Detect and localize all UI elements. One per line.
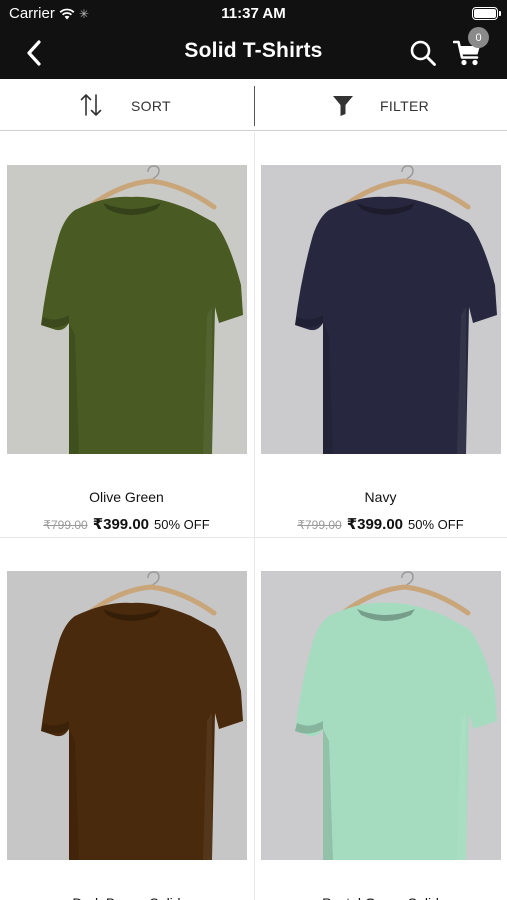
sale-price: ₹399.00: [346, 516, 404, 533]
sort-icon: [80, 94, 102, 116]
product-image[interactable]: [261, 571, 501, 860]
navigation-bar: Solid T-Shirts: [0, 27, 507, 79]
sort-label: SORT: [131, 98, 171, 114]
cart-count-badge: 0: [468, 27, 489, 48]
search-button[interactable]: [406, 36, 440, 70]
tshirt-image: [7, 571, 247, 860]
filter-label: FILTER: [380, 98, 429, 114]
battery-icon: [472, 7, 501, 20]
product-price-row: ₹799.00 ₹399.00 50% OFF: [254, 515, 507, 533]
product-card[interactable]: Dark Brown Solid: [0, 538, 253, 900]
status-bar: Carrier ✳ 11:37 AM: [0, 0, 507, 27]
product-name[interactable]: Olive Green: [0, 489, 253, 505]
product-card[interactable]: Navy ₹799.00 ₹399.00 50% OFF: [254, 132, 507, 537]
product-card[interactable]: Olive Green ₹799.00 ₹399.00 50% OFF: [0, 132, 253, 537]
product-grid: Olive Green ₹799.00 ₹399.00 50% OFF Navy: [0, 132, 507, 900]
product-image[interactable]: [261, 165, 501, 454]
tshirt-image: [261, 571, 501, 860]
discount-label: 50% OFF: [408, 517, 464, 532]
product-name[interactable]: Navy: [254, 489, 507, 505]
tshirt-image: [261, 165, 501, 454]
product-name[interactable]: Pastel Green Solid: [254, 895, 507, 900]
product-image[interactable]: [7, 571, 247, 860]
sort-button[interactable]: SORT: [0, 79, 254, 131]
filter-funnel-icon: [333, 96, 353, 116]
original-price: ₹799.00: [297, 518, 342, 532]
discount-label: 50% OFF: [154, 517, 210, 532]
product-name[interactable]: Dark Brown Solid: [0, 895, 253, 900]
sale-price: ₹399.00: [92, 516, 150, 533]
tshirt-image: [7, 165, 247, 454]
product-image[interactable]: [7, 165, 247, 454]
sort-filter-toolbar: SORT FILTER: [0, 79, 507, 131]
original-price: ₹799.00: [43, 518, 88, 532]
product-card[interactable]: Pastel Green Solid: [254, 538, 507, 900]
status-time: 11:37 AM: [221, 5, 286, 22]
product-price-row: ₹799.00 ₹399.00 50% OFF: [0, 515, 253, 533]
search-icon: [410, 40, 436, 66]
filter-button[interactable]: FILTER: [255, 79, 507, 131]
